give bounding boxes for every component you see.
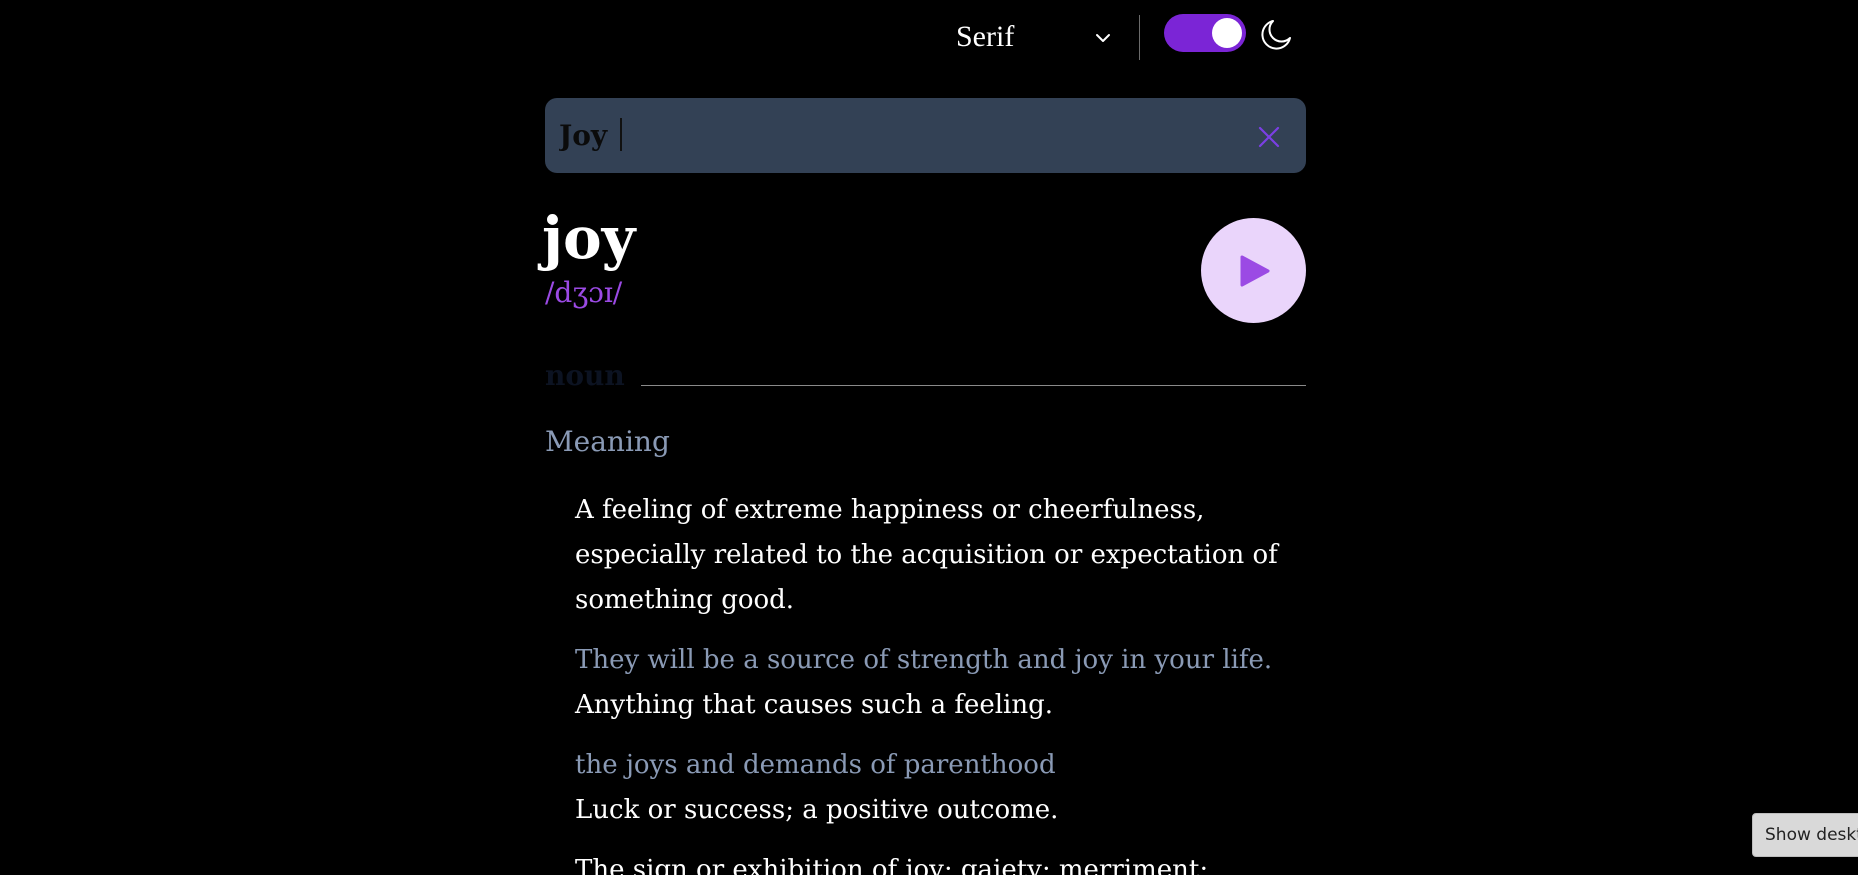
definition-text: The sign or exhibition of joy; gaiety; m…	[575, 855, 1209, 875]
definition-text: A feeling of extreme happiness or cheerf…	[575, 495, 1278, 615]
definition-item: Luck or success; a positive outcome.	[575, 788, 1306, 833]
definition-text: Luck or success; a positive outcome.	[575, 795, 1059, 825]
section-divider	[641, 385, 1306, 386]
meaning-heading: Meaning	[545, 425, 670, 458]
definition-example: They will be a source of strength and jo…	[575, 645, 1273, 675]
search-box	[545, 98, 1306, 173]
font-selector[interactable]: Serif	[956, 16, 1116, 58]
toggle-knob	[1212, 18, 1242, 48]
theme-toggle[interactable]	[1164, 14, 1246, 52]
play-icon	[1240, 255, 1270, 287]
show-desktop-button[interactable]: Show desktop	[1752, 813, 1858, 857]
definition-item: A feeling of extreme happiness or cheerf…	[575, 488, 1306, 683]
font-selector-label: Serif	[956, 20, 1015, 53]
close-icon[interactable]	[1256, 124, 1282, 150]
dictionary-app: Serif joy /dʒɔɪ/	[542, 0, 1306, 875]
definition-example: the joys and demands of parenthood	[575, 750, 1056, 780]
word-title: joy	[542, 204, 636, 272]
part-of-speech: noun	[545, 359, 625, 392]
chevron-down-icon	[1096, 34, 1110, 42]
app-header: Serif	[545, 0, 1306, 74]
definition-text: Anything that causes such a feeling.	[575, 690, 1054, 720]
page: Serif joy /dʒɔɪ/	[0, 0, 1858, 875]
definition-list: A feeling of extreme happiness or cheerf…	[575, 488, 1306, 875]
moon-icon	[1261, 20, 1291, 50]
definition-item: Anything that causes such a feeling. the…	[575, 683, 1306, 788]
header-divider	[1139, 15, 1140, 60]
definition-item: The sign or exhibition of joy; gaiety; m…	[575, 848, 1306, 875]
play-pronunciation-button[interactable]	[1201, 218, 1306, 323]
text-cursor	[620, 118, 622, 151]
search-input[interactable]	[559, 98, 1219, 173]
phonetic-text: /dʒɔɪ/	[545, 276, 623, 309]
